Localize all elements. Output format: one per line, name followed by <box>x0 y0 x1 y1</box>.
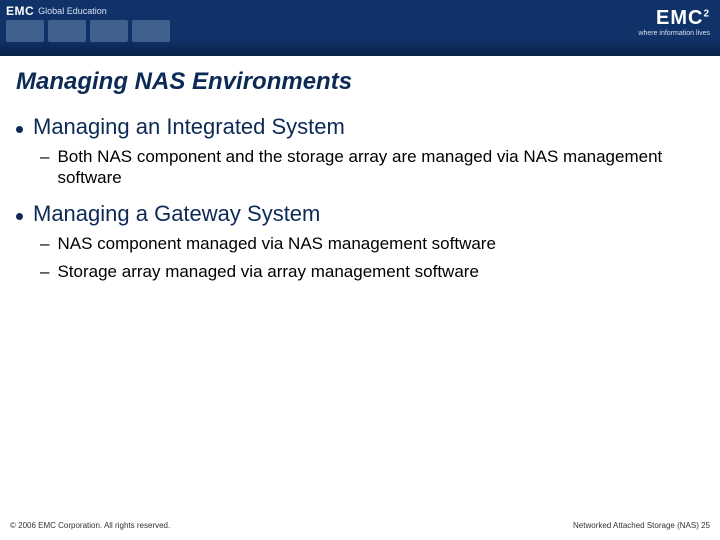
dash-icon: – <box>40 261 49 283</box>
bullet-level2: – NAS component managed via NAS manageme… <box>16 233 704 255</box>
page-indicator: Networked Attached Storage (NAS) 25 <box>573 521 710 530</box>
subbullet-text: Both NAS component and the storage array… <box>57 146 704 189</box>
subbullet-text: Storage array managed via array manageme… <box>57 261 478 282</box>
bullet-level2: – Storage array managed via array manage… <box>16 261 704 283</box>
global-ed-branding: EMC Global Education <box>6 4 170 18</box>
header-right: EMC2 where information lives <box>638 0 720 37</box>
tagline: where information lives <box>638 30 710 37</box>
slide-title: Managing NAS Environments <box>0 56 720 102</box>
page-number: 25 <box>701 521 710 530</box>
footer: © 2006 EMC Corporation. All rights reser… <box>0 521 720 540</box>
emc-logo-text: EMC <box>656 7 703 29</box>
dash-icon: – <box>40 146 49 168</box>
map-fragment <box>90 20 128 42</box>
map-fragment <box>48 20 86 42</box>
bullet-level1: Managing a Gateway System <box>16 201 704 227</box>
emc-logo-icon: EMC2 <box>656 8 710 28</box>
slide: EMC Global Education EMC2 where informat… <box>0 0 720 540</box>
bullet-text: Managing a Gateway System <box>33 201 320 227</box>
bullet-dot-icon <box>16 213 23 220</box>
emc-logo-small: EMC <box>6 4 34 18</box>
header-left: EMC Global Education <box>0 0 170 42</box>
slide-content: Managing an Integrated System – Both NAS… <box>0 102 720 521</box>
map-fragment <box>132 20 170 42</box>
copyright-text: © 2006 EMC Corporation. All rights reser… <box>10 521 170 530</box>
subbullet-text: NAS component managed via NAS management… <box>57 233 495 254</box>
emc-logo-exponent: 2 <box>703 8 710 19</box>
bullet-level1: Managing an Integrated System <box>16 114 704 140</box>
global-education-label: Global Education <box>38 6 107 16</box>
bullet-level2: – Both NAS component and the storage arr… <box>16 146 704 189</box>
page-label: Networked Attached Storage (NAS) <box>573 521 699 530</box>
bullet-text: Managing an Integrated System <box>33 114 345 140</box>
map-fragment <box>6 20 44 42</box>
header-band: EMC Global Education EMC2 where informat… <box>0 0 720 56</box>
bullet-dot-icon <box>16 126 23 133</box>
world-map-decoration <box>6 20 170 42</box>
dash-icon: – <box>40 233 49 255</box>
